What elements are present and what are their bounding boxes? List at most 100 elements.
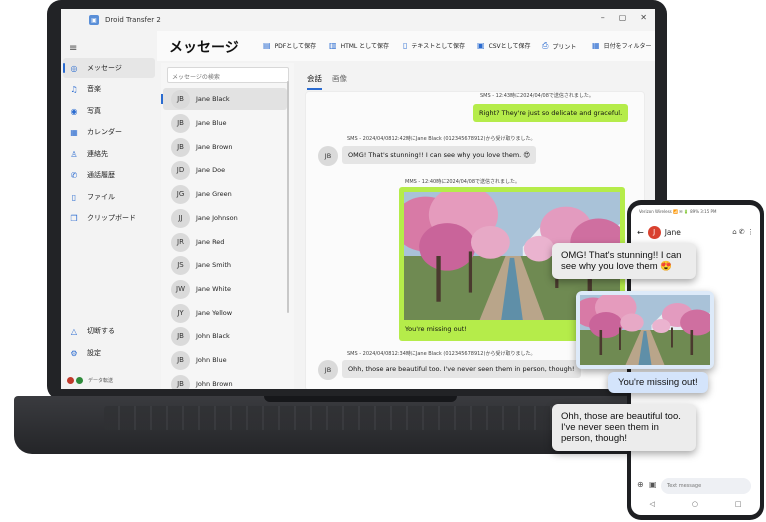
- phone-status-bar: Verizon Wireless 📶 ✉ 🔋 89% 3:15 PM: [639, 209, 717, 214]
- avatar: JR: [171, 232, 190, 252]
- gallery-icon[interactable]: ▣: [649, 480, 657, 489]
- message-bubble: Ohh, those are beautiful too. I've never…: [342, 360, 581, 378]
- avatar: JB: [171, 137, 190, 157]
- print-button[interactable]: ⎙ プリント: [542, 41, 576, 51]
- app-window: ▣ Droid Transfer 2 – ▢ ✕ ≡ ◎ メッセージ ♫ 音楽 ◉ 写…: [61, 9, 655, 389]
- avatar: JG: [171, 184, 190, 204]
- disconnect-button[interactable]: △ 切断する: [63, 321, 155, 341]
- message-icon: ◎: [70, 63, 78, 73]
- sidebar-item-messages[interactable]: ◎ メッセージ: [63, 58, 155, 78]
- calendar-icon: ▦: [70, 127, 78, 137]
- contact-item[interactable]: JB Jane Brown: [163, 136, 287, 158]
- hamburger-menu-icon[interactable]: ≡: [69, 43, 77, 54]
- settings-icon: ⚙: [70, 348, 78, 358]
- mms-caption: You're missing out!: [405, 325, 467, 333]
- contact-item[interactable]: JY Jane Yellow: [163, 302, 287, 324]
- message-bubble: Right? They're just so delicate and grac…: [473, 104, 629, 122]
- save-pdf-button[interactable]: ▤ PDFとして保存: [263, 41, 316, 50]
- status-label: データ転送: [88, 378, 114, 384]
- contact-item[interactable]: JR Jane Red: [163, 231, 287, 253]
- message-meta: SMS - 2024/04/0812:34時にJane Black (01234…: [347, 351, 536, 357]
- back-nav-icon[interactable]: ◁: [649, 500, 654, 512]
- contact-item[interactable]: JB John Brown: [163, 373, 287, 389]
- contact-item[interactable]: JB Jane Blue: [163, 112, 287, 134]
- clipboard-icon: ❐: [70, 213, 78, 223]
- pdf-icon: ▤: [263, 41, 271, 50]
- sidebar-item-photos[interactable]: ◉ 写真: [63, 101, 155, 121]
- add-icon[interactable]: ⊕: [637, 480, 644, 489]
- save-html-button[interactable]: ▥ HTML として保存: [329, 41, 389, 50]
- status-dot-red: [67, 377, 74, 384]
- contact-item[interactable]: JS Jane Smith: [163, 254, 287, 276]
- phone-avatar: J: [647, 225, 661, 239]
- avatar: JB: [171, 89, 190, 109]
- sidebar-item-music[interactable]: ♫ 音楽: [63, 79, 155, 99]
- sidebar-item-calendar[interactable]: ▦ カレンダー: [63, 122, 155, 142]
- sidebar-item-clipboard[interactable]: ❐ クリップボード: [63, 208, 155, 228]
- contact-item[interactable]: JB John Blue: [163, 349, 287, 371]
- music-icon: ♫: [70, 84, 78, 94]
- save-text-button[interactable]: ▯ テキストとして保存: [403, 41, 465, 50]
- contact-list-pane: メッセージの検索 JB Jane Black JB Jane Blue JB Jane…: [161, 63, 294, 389]
- settings-button[interactable]: ⚙ 設定: [63, 343, 155, 363]
- message-meta: MMS - 12:40時に2024/04/08で送信されました。: [405, 179, 521, 185]
- connection-status: データ転送: [67, 377, 113, 384]
- csv-icon: ▣: [477, 41, 485, 50]
- tab-conversation[interactable]: 会話: [307, 73, 322, 90]
- avatar: JJ: [171, 208, 190, 228]
- floating-bubble-received: Ohh, those are beautiful too. I've never…: [552, 404, 696, 451]
- phone-actions-icon[interactable]: ⌂ ✆ ⋮: [732, 228, 754, 236]
- avatar: JB: [318, 360, 338, 380]
- floating-bubble-received: OMG! That's stunning!! I can see why you…: [552, 243, 696, 279]
- app-title: Droid Transfer 2: [105, 16, 161, 24]
- sidebar-item-call-log[interactable]: ✆ 通話履歴: [63, 165, 155, 185]
- avatar: JS: [171, 255, 190, 275]
- search-input[interactable]: メッセージの検索: [167, 67, 289, 83]
- recents-nav-icon[interactable]: □: [735, 500, 742, 512]
- contact-item[interactable]: JG Jane Green: [163, 183, 287, 205]
- message-bubble: OMG! That's stunning!! I can see why you…: [342, 146, 537, 164]
- message-meta: SMS - 12:43時に2024/04/08で送信されました。: [480, 93, 594, 99]
- disconnect-icon: △: [70, 326, 78, 336]
- toolbar: メッセージ ▤ PDFとして保存 ▥ HTML として保存 ▯ テキストとして保存 ▣…: [157, 31, 655, 61]
- tab-images[interactable]: 画像: [332, 73, 347, 90]
- filter-date-button[interactable]: ▦ 日付をフィルター: [592, 41, 651, 50]
- home-nav-icon[interactable]: ○: [692, 500, 698, 512]
- avatar: JB: [171, 350, 190, 370]
- sidebar-item-contacts[interactable]: ♙ 連絡先: [63, 144, 155, 164]
- contact-item[interactable]: JW Jane White: [163, 278, 287, 300]
- phone-message-input[interactable]: Text message: [661, 478, 751, 494]
- photo-icon: ◉: [70, 106, 78, 116]
- phone-contact-name: Jane: [664, 227, 681, 237]
- save-csv-button[interactable]: ▣ CSVとして保存: [477, 41, 531, 50]
- floating-photo-bubble: [576, 291, 714, 369]
- contact-item[interactable]: JD Jane Doe: [163, 159, 287, 181]
- avatar: JW: [171, 279, 190, 299]
- contact-item[interactable]: JB Jane Black: [161, 88, 287, 110]
- avatar: JB: [171, 113, 190, 133]
- phone-chat-header: ← J Jane ⌂ ✆ ⋮: [631, 221, 760, 243]
- html-icon: ▥: [329, 41, 337, 50]
- minimize-button[interactable]: –: [601, 13, 605, 22]
- app-logo-icon: ▣: [89, 15, 99, 25]
- file-icon: ▯: [71, 192, 77, 202]
- contact-item[interactable]: JJ Jane Johnson: [163, 207, 287, 229]
- floating-bubble-sent: You're missing out!: [608, 372, 708, 393]
- phone-nav-bar: ◁ ○ □: [631, 500, 760, 512]
- phone-icon: ✆: [70, 170, 78, 180]
- page-title: メッセージ: [169, 40, 239, 56]
- back-arrow-icon[interactable]: ←: [637, 228, 644, 237]
- close-button[interactable]: ✕: [640, 13, 647, 22]
- title-bar: ▣ Droid Transfer 2 – ▢ ✕: [61, 9, 655, 31]
- contacts-icon: ♙: [70, 149, 78, 159]
- avatar: JB: [318, 146, 338, 166]
- cherry-blossom-photo: [580, 295, 710, 365]
- sidebar-item-files[interactable]: ▯ ファイル: [63, 187, 155, 207]
- status-dot-green: [76, 377, 83, 384]
- maximize-button[interactable]: ▢: [619, 13, 627, 22]
- avatar: JD: [171, 160, 190, 180]
- contact-item[interactable]: JB John Black: [163, 325, 287, 347]
- avatar: JY: [171, 303, 190, 323]
- list-scrollbar[interactable]: [287, 81, 289, 313]
- calendar-filter-icon: ▦: [592, 41, 600, 50]
